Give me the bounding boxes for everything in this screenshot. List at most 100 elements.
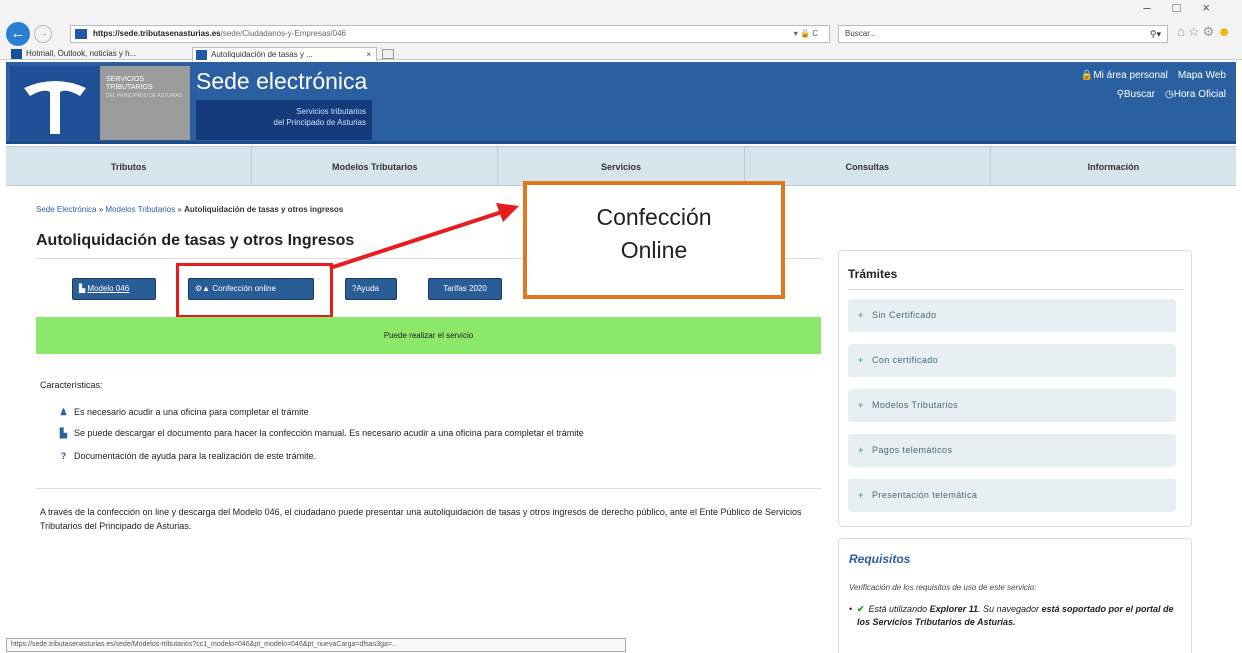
document-icon: ▙	[60, 428, 67, 438]
url-path: /sede/Ciudadanos-y-Empresas/046	[220, 29, 346, 38]
requisitos-title: Requisitos	[849, 552, 911, 566]
plus-icon: +	[858, 490, 864, 500]
check-icon: ✔	[857, 604, 865, 614]
site-subtitle: Servicios tributarios del Principado de …	[196, 100, 372, 140]
tab-label: Hotmail, Outlook, noticias y h...	[26, 49, 137, 58]
tramite-con-certificado[interactable]: + Con certificado	[848, 344, 1176, 377]
requisito-text-mid: . Su navegador	[977, 604, 1042, 614]
tramites-panel: Trámites + Sin Certificado + Con certifica…	[838, 250, 1192, 527]
plus-icon: +	[858, 445, 864, 455]
plus-icon: +	[858, 355, 864, 365]
toolbar-icons[interactable]: ⌂☆⚙☻	[1177, 24, 1234, 40]
main-menu: Tributos Modelos Tributarios Servicios C…	[6, 146, 1236, 186]
caracteristica-text: Se puede descargar el documento para hac…	[74, 428, 584, 438]
callout-line-1: Confección	[596, 204, 712, 230]
tab-hotmail[interactable]: Hotmail, Outlook, noticias y h...	[8, 47, 188, 61]
caracteristica-item: ? Documentación de ayuda para la realizac…	[58, 451, 316, 461]
tramite-presentacion-telematica[interactable]: + Presentación telemática	[848, 479, 1176, 512]
service-description: A través de la confección on line y desc…	[40, 507, 802, 531]
search-icon[interactable]: ⚲▾	[1150, 26, 1161, 42]
caracteristica-item: ▙ Se puede descargar el documento para ha…	[58, 428, 584, 439]
browser-search[interactable]: Buscar... ⚲▾	[838, 25, 1168, 43]
browser-chrome: –□× ← → https://sede.tributasenasturias.…	[0, 0, 1242, 62]
tramite-label: Pagos telemáticos	[872, 445, 953, 455]
plus-icon: +	[858, 310, 864, 320]
breadcrumb-separator: »	[175, 205, 185, 214]
tab-strip: Hotmail, Outlook, noticias y h... Autoli…	[0, 47, 600, 62]
search-placeholder: Buscar...	[845, 29, 877, 38]
menu-item-consultas[interactable]: Consultas	[745, 147, 991, 185]
header-links: 🔒Mi área personal Mapa Web ⚲Buscar ◷Hora…	[1081, 70, 1226, 108]
mi-area-label: Mi área personal	[1093, 70, 1168, 81]
buscar-link[interactable]: ⚲Buscar	[1117, 89, 1155, 100]
subtitle-line-2: del Principado de Asturias	[273, 118, 367, 127]
search-icon: ⚲	[1116, 89, 1124, 100]
address-tools[interactable]: ▾ 🔒 C	[790, 26, 821, 42]
tab-close-icon[interactable]: ×	[366, 48, 371, 61]
address-bar[interactable]: https://sede.tributasenasturias.es/sede/…	[70, 25, 830, 43]
tramite-label: Con certificado	[872, 355, 939, 365]
document-icon: ▙	[79, 284, 86, 293]
favorites-icon: ☆	[1188, 24, 1203, 39]
home-icon: ⌂	[1177, 24, 1188, 39]
logo-small-text: DEL PRINCIPADO DE ASTURIAS	[106, 93, 183, 99]
lock-icon: 🔒	[1080, 70, 1094, 81]
requisito-item: • ✔ Está utilizando Explorer 11. Su naveg…	[849, 603, 1177, 629]
mapa-web-link[interactable]: Mapa Web	[1178, 70, 1226, 81]
tab-label: Autoliquidación de tasas y ...	[211, 50, 313, 59]
ayuda-label: Ayuda	[356, 284, 379, 293]
tramite-sin-certificado[interactable]: + Sin Certificado	[848, 299, 1176, 332]
tramites-divider	[848, 289, 1184, 290]
breadcrumb-current: Autoliquidación de tasas y otros ingreso…	[184, 205, 344, 214]
ayuda-button[interactable]: ?Ayuda	[345, 278, 397, 300]
tab-autoliquidacion[interactable]: Autoliquidación de tasas y ... ×	[192, 47, 377, 61]
person-icon: ♟	[59, 407, 68, 417]
tramite-label: Sin Certificado	[872, 310, 937, 320]
highlight-box	[176, 263, 333, 318]
logo-text: SERVICIOS TRIBUTARIOS	[106, 76, 153, 91]
question-icon: ?	[60, 451, 67, 461]
browser-status-url: https://sede.tributasenasturias.es/sede/…	[6, 638, 626, 652]
tarifas-button[interactable]: Tarifas 2020	[428, 278, 502, 300]
caracteristica-text: Es necesario acudir a una oficina para c…	[74, 407, 309, 417]
logo-text-block: SERVICIOS TRIBUTARIOS DEL PRINCIPADO DE …	[100, 66, 190, 140]
tramite-pagos-telematicos[interactable]: + Pagos telemáticos	[848, 434, 1176, 467]
modelo-046-label: Modelo 046	[87, 284, 130, 293]
caracteristica-item: ♟ Es necesario acudir a una oficina para …	[58, 407, 309, 418]
settings-icon: ⚙	[1202, 24, 1218, 39]
new-tab-button[interactable]	[382, 49, 394, 59]
site-tab-favicon-icon	[196, 50, 207, 60]
site-title: Sede electrónica	[196, 68, 368, 94]
hotmail-favicon-icon	[11, 49, 22, 59]
caracteristica-text: Documentación de ayuda para la realizaci…	[74, 451, 317, 461]
mi-area-link[interactable]: 🔒Mi área personal	[1081, 70, 1168, 81]
content-divider	[36, 488, 821, 489]
hora-oficial-link[interactable]: ◷Hora Oficial	[1165, 89, 1226, 100]
tramite-modelos-tributarios[interactable]: + Modelos Tributarios	[848, 389, 1176, 422]
tramite-label: Modelos Tributarios	[872, 400, 959, 410]
requisito-browser: Explorer 11	[929, 604, 978, 614]
modelo-046-button[interactable]: ▙ Modelo 046	[72, 278, 156, 300]
callout-line-2: Online	[620, 237, 688, 263]
subtitle-line-1: Servicios tributarios	[296, 107, 366, 116]
back-button[interactable]: ←	[6, 22, 30, 46]
menu-item-informacion[interactable]: Información	[991, 147, 1236, 185]
menu-item-servicios[interactable]: Servicios	[498, 147, 745, 185]
forward-button[interactable]: →	[34, 25, 52, 43]
buscar-label: Buscar	[1123, 89, 1156, 100]
breadcrumb-home[interactable]: Sede Electrónica	[36, 205, 96, 214]
logo-icon[interactable]	[10, 66, 100, 140]
breadcrumb: Sede Electrónica » Modelos Tributarios »…	[36, 205, 343, 214]
breadcrumb-section[interactable]: Modelos Tributarios	[105, 205, 175, 214]
menu-item-tributos[interactable]: Tributos	[6, 147, 253, 185]
requisito-text: Está utilizando	[868, 604, 930, 614]
plus-icon: +	[858, 400, 864, 410]
tramite-label: Presentación telemática	[872, 490, 978, 500]
clock-icon: ◷	[1165, 89, 1174, 100]
page-title: Autoliquidación de tasas y otros Ingreso…	[36, 232, 355, 249]
menu-item-modelos-tributarios[interactable]: Modelos Tributarios	[252, 147, 499, 185]
window-controls[interactable]: –□×	[1143, 0, 1232, 15]
caracteristicas-heading: Características:	[40, 380, 103, 390]
site-favicon-icon	[75, 29, 87, 39]
hora-oficial-label: Hora Oficial	[1173, 89, 1226, 100]
